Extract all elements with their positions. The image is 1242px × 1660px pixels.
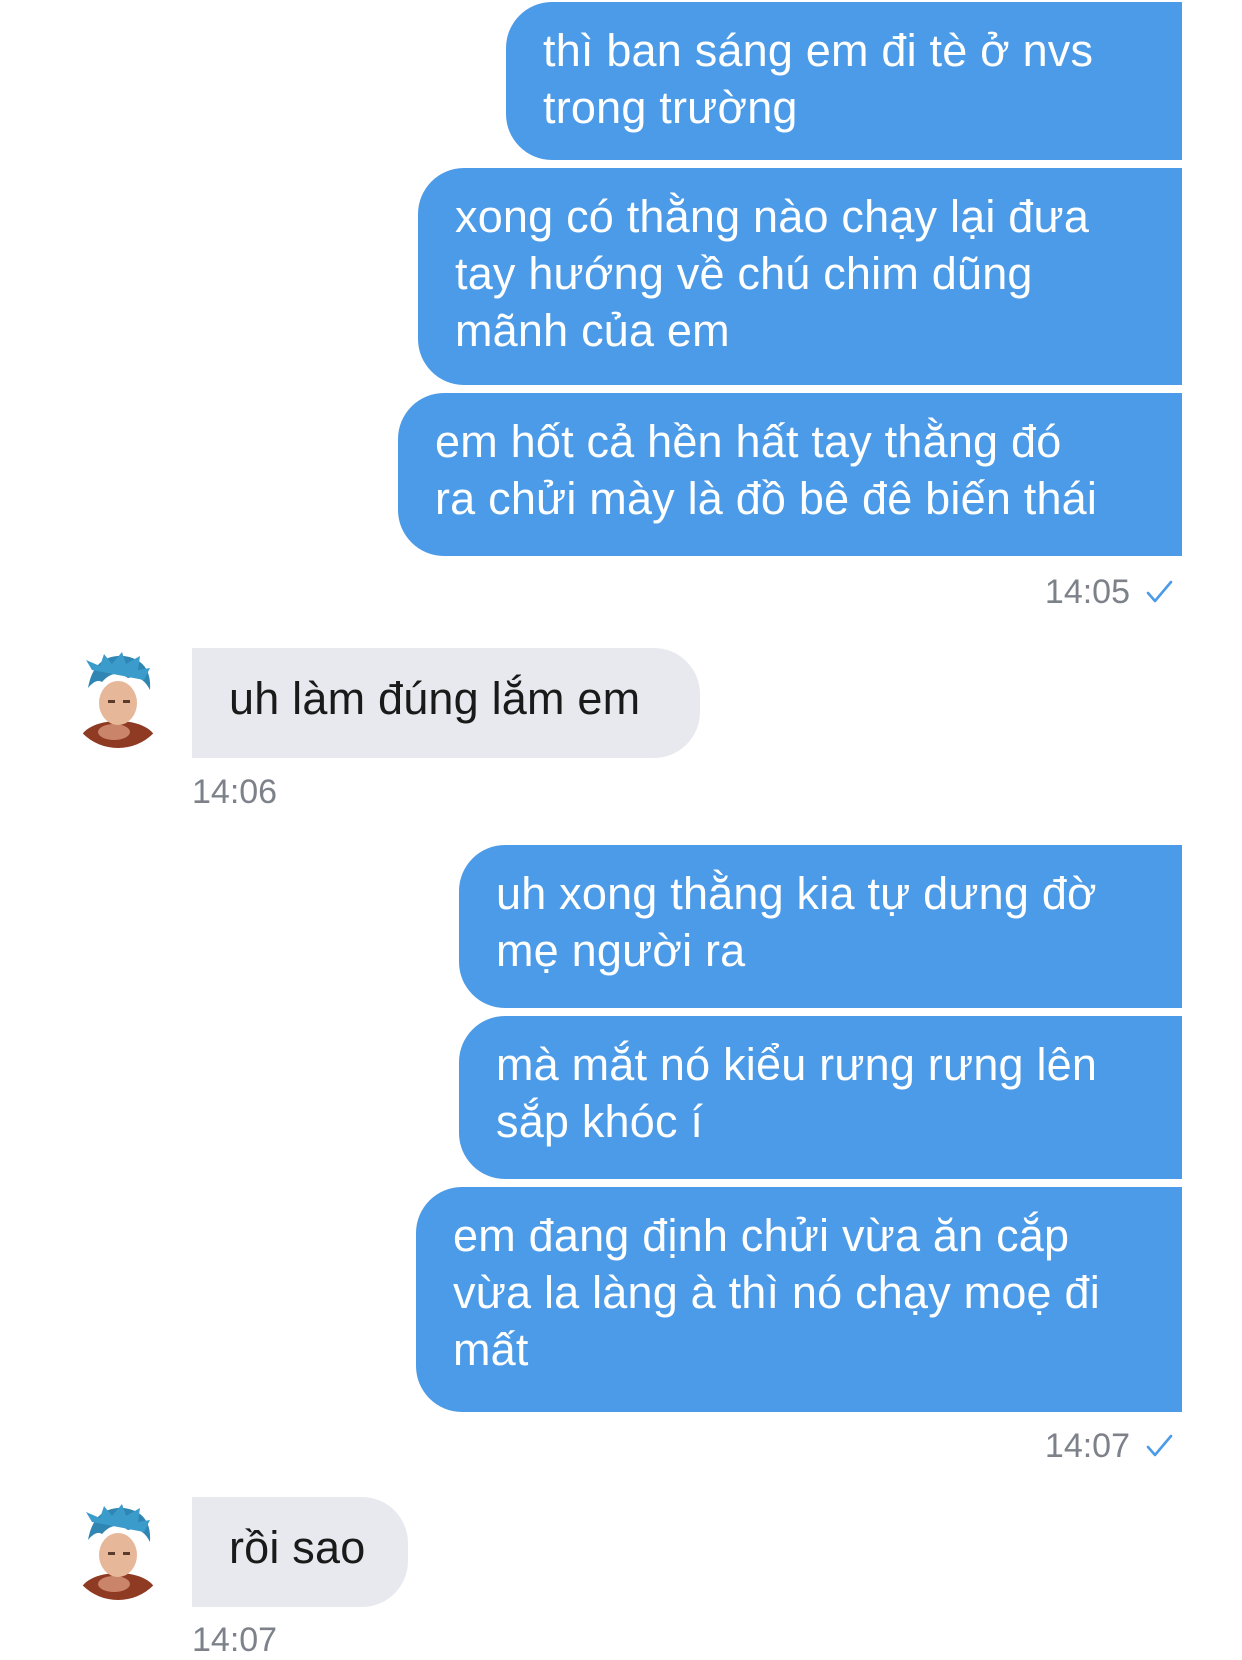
- message-bubble-outgoing[interactable]: em đang định chửi vừa ăn cắp vừa la làng…: [416, 1187, 1182, 1412]
- message-text: thì ban sáng em đi tè ở nvs trong trường: [543, 25, 1094, 133]
- avatar[interactable]: [68, 648, 168, 748]
- message-meta: 14:07: [1045, 1426, 1174, 1466]
- message-timestamp: 14:07: [1044, 1427, 1130, 1465]
- message-timestamp: 14:07: [192, 1621, 278, 1659]
- message-timestamp: 14:05: [1044, 573, 1130, 611]
- message-bubble-incoming[interactable]: uh làm đúng lắm em: [192, 648, 700, 758]
- message-bubble-outgoing[interactable]: thì ban sáng em đi tè ở nvs trong trường: [506, 2, 1182, 160]
- message-bubble-outgoing[interactable]: uh xong thằng kia tự dưng đờ mẹ người ra: [459, 845, 1182, 1008]
- check-icon: [1146, 580, 1173, 603]
- message-meta: 14:05: [1045, 572, 1174, 612]
- message-text: em hốt cả hền hất tay thằng đó ra chửi m…: [435, 416, 1098, 524]
- message-text: em đang định chửi vừa ăn cắp vừa la làng…: [453, 1210, 1100, 1375]
- message-timestamp: 14:06: [192, 773, 278, 811]
- avatar[interactable]: [68, 1500, 168, 1600]
- check-icon: [1146, 1434, 1173, 1457]
- message-bubble-incoming[interactable]: rồi sao: [192, 1497, 408, 1607]
- avatar-photo-icon: [68, 1500, 168, 1600]
- message-text: xong có thằng nào chạy lại đưa tay hướng…: [455, 191, 1090, 356]
- message-bubble-outgoing[interactable]: mà mắt nó kiểu rưng rưng lên sắp khóc í: [459, 1016, 1182, 1179]
- message-text: uh xong thằng kia tự dưng đờ mẹ người ra: [496, 868, 1097, 976]
- avatar-photo-icon: [68, 648, 168, 748]
- message-text: uh làm đúng lắm em: [229, 673, 641, 724]
- message-text: mà mắt nó kiểu rưng rưng lên sắp khóc í: [496, 1039, 1098, 1147]
- message-text: rồi sao: [229, 1522, 366, 1573]
- message-bubble-outgoing[interactable]: xong có thằng nào chạy lại đưa tay hướng…: [418, 168, 1182, 385]
- message-bubble-outgoing[interactable]: em hốt cả hền hất tay thằng đó ra chửi m…: [398, 393, 1182, 556]
